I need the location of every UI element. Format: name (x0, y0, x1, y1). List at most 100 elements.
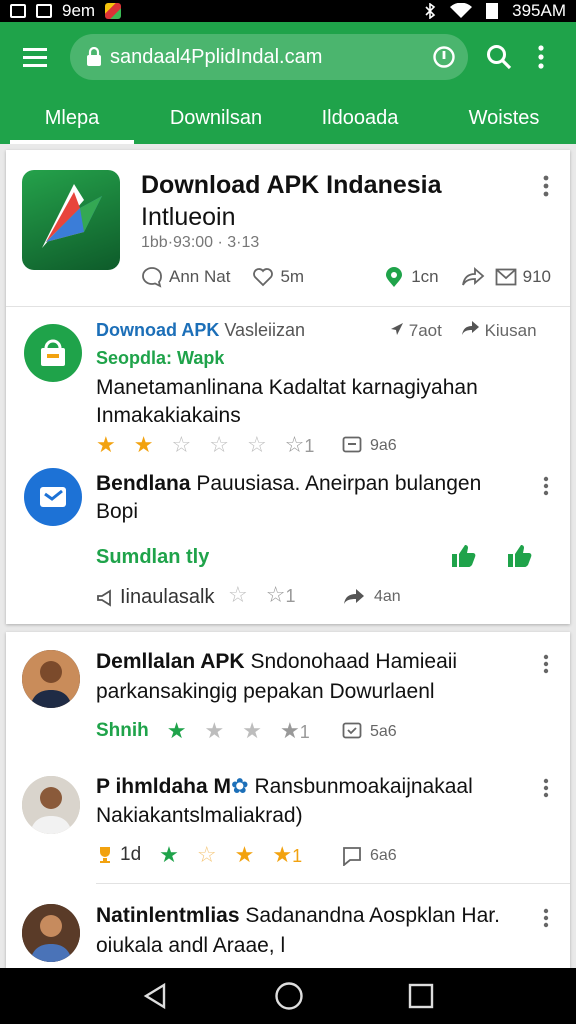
list-item[interactable]: Bendlana Pauusiasa. Aneirpan bulangen Bo… (6, 462, 570, 618)
rating-label: 1d (96, 844, 141, 866)
star-icon: ☆ (228, 582, 248, 607)
lock-icon (87, 47, 101, 66)
status-time: 395AM (512, 1, 566, 20)
mail-action[interactable]: 910 (495, 267, 551, 287)
tab-home[interactable]: Mlepa (0, 92, 144, 144)
chat-icon (343, 847, 361, 866)
post-line-2: oiukala andl Araae, l (96, 934, 286, 957)
system-nav-bar (0, 968, 576, 1024)
comment-count: 9a6 (370, 437, 397, 454)
post-body-line-2: Inmakakiakains (96, 404, 241, 427)
bluetooth-icon (425, 3, 436, 19)
author-action[interactable]: Ann Nat (141, 266, 230, 288)
rating-stars[interactable]: ★ ★ ☆ ☆ ☆ ☆1 (96, 432, 314, 458)
comment-action[interactable]: 5a6 (342, 722, 397, 742)
featured-post[interactable]: Download APK Indanesia Intlueoin 1bb·93:… (6, 150, 570, 307)
star-icon: ★ (159, 842, 179, 867)
tab-download[interactable]: Downilsan (144, 92, 288, 144)
repost-action[interactable]: Kiusan (460, 320, 537, 341)
thumbs-up-icon[interactable] (450, 544, 476, 568)
comment-action[interactable]: 9a6 (342, 436, 397, 456)
tab-label: Woistes (468, 106, 540, 129)
tab-label: Downilsan (169, 106, 263, 129)
tab-bar: Mlepa Downilsan Ildooada Woistes (0, 92, 576, 144)
posts-card: Demllalan APK Sndonohaad Hamieaii parkan… (6, 632, 570, 968)
rating-stars[interactable]: ☆ ☆1 (228, 582, 295, 608)
location-pin-icon (386, 267, 403, 287)
url-bar[interactable]: sandaal4PplidIndal.cam (70, 34, 468, 80)
post-line-2: parkansakingig pepakan Dowurlaenl (96, 680, 435, 703)
thumbs-up-icon[interactable] (506, 544, 532, 568)
home-icon[interactable] (274, 981, 304, 1011)
comment-count: 5a6 (370, 723, 397, 740)
more-vert-icon (543, 476, 549, 496)
info-icon[interactable] (432, 45, 456, 69)
more-vert-icon (538, 45, 544, 69)
back-icon[interactable] (142, 982, 170, 1010)
share-arrow-icon (461, 267, 484, 286)
menu-button[interactable] (14, 36, 56, 78)
category-tag[interactable]: Seopdla: Wapk (96, 348, 224, 369)
source-actions: 7aot Kiusan (390, 320, 537, 341)
star-icon: ☆ (196, 842, 217, 867)
post-more-button[interactable] (536, 652, 556, 676)
status-bar: 9em 395AM (0, 0, 576, 22)
share-action[interactable]: 4an (342, 588, 401, 606)
post-title[interactable]: Bendlana Pauusiasa. Aneirpan bulangen (96, 472, 481, 496)
share-action[interactable] (461, 267, 485, 287)
hamburger-icon (23, 48, 47, 67)
rating-stars[interactable]: 1d ★ ☆ ★ ★1 (96, 842, 302, 868)
feed-card: Download APK Indanesia Intlueoin 1bb·93:… (6, 150, 570, 624)
trophy-icon (100, 847, 110, 863)
post-title[interactable]: Natinlentmlias Sadanandna Aospklan Har. (96, 904, 500, 928)
list-item[interactable]: Demllalan APK Sndonohaad Hamieaii parkan… (6, 632, 570, 762)
tab-label: Ildooada (321, 106, 399, 129)
heart-icon (253, 268, 274, 287)
post-more-button[interactable] (536, 906, 556, 930)
post-more-button[interactable] (536, 776, 556, 800)
featured-more-button[interactable] (536, 174, 556, 198)
post-title[interactable]: P ihmldaha M✿ Ransbunmoakaijnakaal (96, 774, 473, 799)
post-title[interactable]: Demllalan APK Sndonohaad Hamieaii (96, 650, 457, 674)
tab-indonesia[interactable]: Ildooada (288, 92, 432, 144)
tab-websites[interactable]: Woistes (432, 92, 576, 144)
app-bar: sandaal4PplidIndal.cam Mlepa Downilsan I… (0, 22, 576, 144)
source-name[interactable]: Downoad APK (96, 320, 219, 340)
more-vert-icon (543, 175, 549, 197)
rating-count: ☆1 (284, 432, 315, 457)
post-more-button[interactable] (536, 474, 556, 498)
mail-icon (495, 268, 517, 286)
like-action[interactable]: 5m (252, 267, 304, 287)
time-label: 7aot (408, 320, 442, 340)
featured-title[interactable]: Download APK Indanesia (141, 170, 521, 200)
source-line: Downoad APK Vasleiizan (96, 320, 305, 341)
recents-icon[interactable] (408, 983, 434, 1009)
search-button[interactable] (478, 36, 520, 78)
comment-action[interactable]: 6a6 (342, 846, 397, 866)
star-icon: ☆ (246, 432, 267, 457)
star-icon: ★ (204, 718, 225, 743)
rating-label: Shnih (96, 720, 149, 741)
mail-count: 910 (522, 267, 551, 286)
overflow-menu-button[interactable] (520, 36, 562, 78)
more-vert-icon (543, 654, 549, 674)
category-tag[interactable]: Sumdlan tly (96, 546, 209, 569)
footer-label[interactable]: Iinaulasalk (96, 586, 215, 609)
list-item[interactable]: Downoad APK Vasleiizan 7aot Kiusan Seopd… (6, 310, 570, 462)
battery-icon (486, 3, 499, 19)
rating-stars[interactable]: Shnih ★ ★ ★ ★1 (96, 718, 310, 744)
list-item[interactable]: Natinlentmlias Sadanandna Aospklan Har. … (6, 884, 570, 968)
toolbar: sandaal4PplidIndal.cam (0, 22, 576, 92)
navigation-icon (391, 322, 403, 335)
comment-action[interactable]: 1cn (383, 266, 439, 288)
comment-box-icon (342, 436, 362, 453)
post-body-line-1: Manetamanlinana Kadaltat karnagiyahan (96, 376, 478, 399)
list-item[interactable]: P ihmldaha M✿ Ransbunmoakaijnakaal Nakia… (6, 762, 570, 884)
rating-count: ☆1 (265, 582, 296, 607)
repost-label: Kiusan (484, 321, 537, 340)
like-count: 5m (280, 267, 305, 286)
time-action[interactable]: 7aot (390, 321, 442, 341)
rating-count: ★1 (272, 842, 303, 867)
featured-meta: 1bb·93:00 · 3·13 (141, 234, 260, 251)
chat-app-icon (24, 468, 82, 526)
